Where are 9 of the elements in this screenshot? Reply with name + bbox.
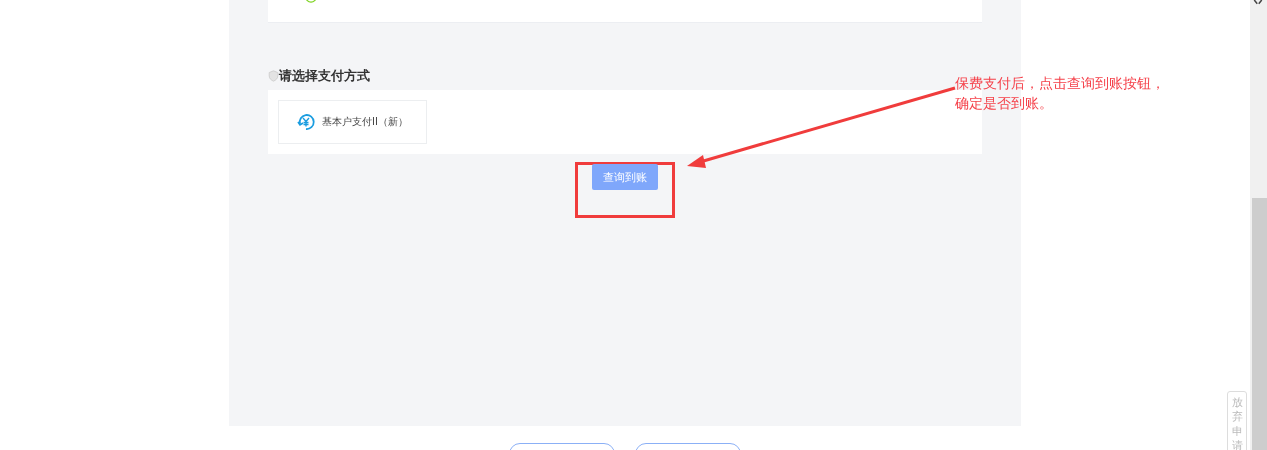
annotation-text: 保费支付后，点击查询到账按钮， 确定是否到账。 — [955, 74, 1165, 113]
abandon-button[interactable]: 放弃申请 — [1227, 391, 1247, 450]
query-button[interactable]: 查询到账 — [592, 164, 658, 190]
payment-option[interactable]: 基本户支付II（新） — [278, 100, 427, 144]
yen-refresh-icon — [296, 112, 316, 132]
close-icon[interactable] — [1252, 0, 1264, 6]
scrollbar[interactable] — [1250, 0, 1267, 450]
shield-icon — [268, 70, 279, 82]
section-title: 请选择支付方式 — [279, 67, 370, 85]
